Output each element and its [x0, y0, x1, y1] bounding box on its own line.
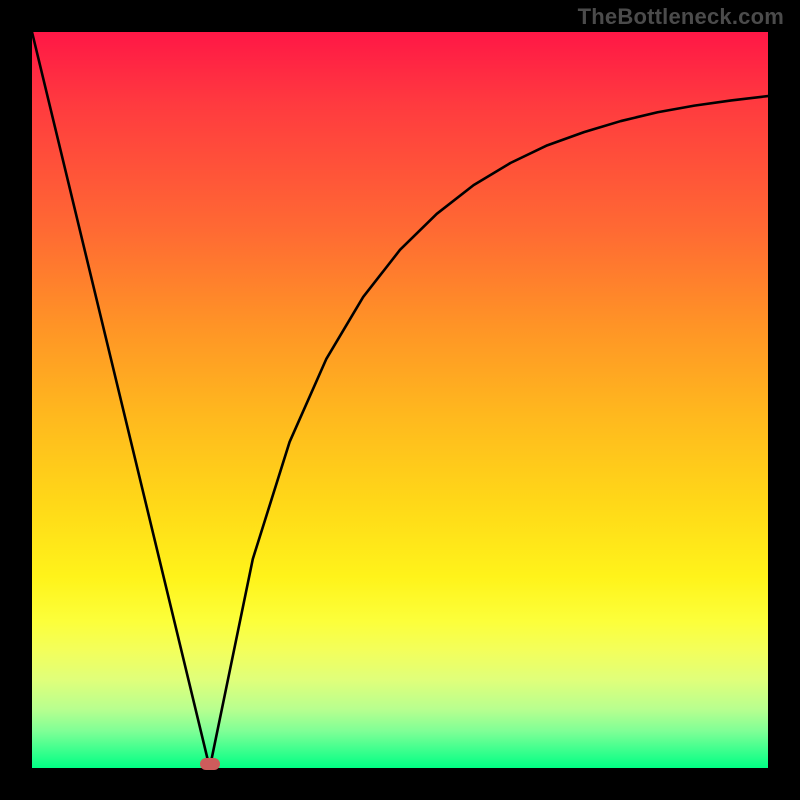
watermark-text: TheBottleneck.com: [578, 4, 784, 30]
curve-layer: [32, 32, 768, 768]
optimum-marker: [200, 758, 220, 770]
bottleneck-curve: [32, 32, 768, 768]
plot-area: [32, 32, 768, 768]
chart-frame: TheBottleneck.com: [0, 0, 800, 800]
